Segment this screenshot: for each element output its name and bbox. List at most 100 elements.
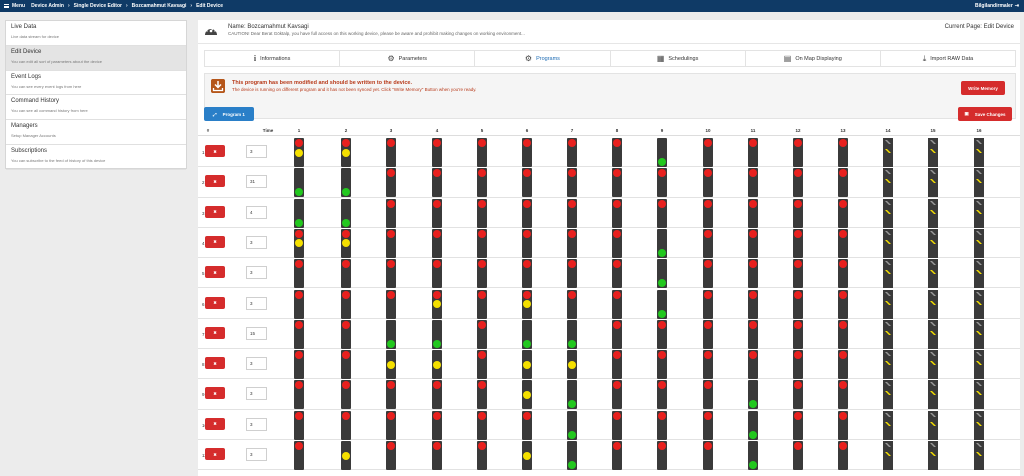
tab-schedulings[interactable]: ▦ Schedulings <box>611 51 746 66</box>
traffic-light-signal[interactable] <box>567 259 577 289</box>
tab-import-raw-data[interactable]: ⤓ Import RAW Data <box>881 51 1015 66</box>
traffic-light-signal[interactable] <box>657 410 667 440</box>
step-time-input[interactable] <box>246 417 267 431</box>
traffic-light-signal[interactable] <box>928 259 938 289</box>
traffic-light-signal[interactable] <box>294 168 304 198</box>
traffic-light-signal[interactable] <box>341 168 351 198</box>
traffic-light-signal[interactable] <box>883 259 893 289</box>
traffic-light-signal[interactable] <box>612 138 622 167</box>
sidebar-item[interactable]: Managers Setup Manager Accounts <box>6 120 186 145</box>
traffic-light-signal[interactable] <box>386 138 396 167</box>
traffic-light-signal[interactable] <box>341 198 351 228</box>
traffic-light-signal[interactable] <box>793 441 803 470</box>
traffic-light-signal[interactable] <box>386 289 396 319</box>
traffic-light-signal[interactable] <box>522 441 532 470</box>
sidebar-item[interactable]: Command History You can see all command h… <box>6 95 186 121</box>
traffic-light-signal[interactable] <box>477 168 487 198</box>
delete-step-button[interactable]: ✖ <box>205 357 225 370</box>
traffic-light-signal[interactable] <box>748 350 758 380</box>
traffic-light-signal[interactable] <box>657 319 667 349</box>
traffic-light-signal[interactable] <box>974 168 984 198</box>
traffic-light-signal[interactable] <box>883 228 893 258</box>
traffic-light-signal[interactable] <box>793 168 803 198</box>
delete-step-button[interactable]: ✖ <box>205 175 225 188</box>
traffic-light-signal[interactable] <box>838 441 848 470</box>
traffic-light-signal[interactable] <box>657 168 667 198</box>
traffic-light-signal[interactable] <box>386 380 396 410</box>
traffic-light-signal[interactable] <box>703 319 713 349</box>
traffic-light-signal[interactable] <box>793 319 803 349</box>
traffic-light-signal[interactable] <box>748 410 758 440</box>
step-time-input[interactable] <box>246 387 267 401</box>
traffic-light-signal[interactable] <box>703 228 713 258</box>
traffic-light-signal[interactable] <box>432 138 442 167</box>
traffic-light-signal[interactable] <box>793 259 803 289</box>
traffic-light-signal[interactable] <box>838 259 848 289</box>
traffic-light-signal[interactable] <box>567 289 577 319</box>
traffic-light-signal[interactable] <box>793 350 803 380</box>
traffic-light-signal[interactable] <box>974 138 984 167</box>
traffic-light-signal[interactable] <box>928 138 938 167</box>
traffic-light-signal[interactable] <box>341 380 351 410</box>
traffic-light-signal[interactable] <box>703 259 713 289</box>
traffic-light-signal[interactable] <box>928 228 938 258</box>
traffic-light-signal[interactable] <box>883 441 893 470</box>
traffic-light-signal[interactable] <box>477 259 487 289</box>
traffic-light-signal[interactable] <box>748 319 758 349</box>
traffic-light-signal[interactable] <box>567 380 577 410</box>
traffic-light-signal[interactable] <box>928 198 938 228</box>
step-time-input[interactable] <box>246 296 267 310</box>
traffic-light-signal[interactable] <box>928 168 938 198</box>
delete-step-button[interactable]: ✖ <box>205 145 225 157</box>
delete-step-button[interactable]: ✖ <box>205 266 225 279</box>
traffic-light-signal[interactable] <box>477 198 487 228</box>
sidebar-item[interactable]: Subscriptions You can subscribe to the fe… <box>6 145 186 170</box>
traffic-light-signal[interactable] <box>838 410 848 440</box>
sidebar-item[interactable]: Live Data Live data stream for device <box>6 21 186 46</box>
traffic-light-signal[interactable] <box>294 228 304 258</box>
traffic-light-signal[interactable] <box>974 228 984 258</box>
step-time-input[interactable] <box>246 205 267 219</box>
traffic-light-signal[interactable] <box>567 410 577 440</box>
traffic-light-signal[interactable] <box>522 198 532 228</box>
traffic-light-signal[interactable] <box>974 350 984 380</box>
traffic-light-signal[interactable] <box>386 228 396 258</box>
traffic-light-signal[interactable] <box>703 410 713 440</box>
traffic-light-signal[interactable] <box>928 289 938 319</box>
traffic-light-signal[interactable] <box>657 259 667 289</box>
traffic-light-signal[interactable] <box>612 380 622 410</box>
traffic-light-signal[interactable] <box>612 168 622 198</box>
traffic-light-signal[interactable] <box>432 228 442 258</box>
traffic-light-signal[interactable] <box>657 380 667 410</box>
traffic-light-signal[interactable] <box>657 289 667 319</box>
traffic-light-signal[interactable] <box>612 259 622 289</box>
traffic-light-signal[interactable] <box>928 350 938 380</box>
traffic-light-signal[interactable] <box>386 350 396 380</box>
traffic-light-signal[interactable] <box>522 289 532 319</box>
delete-step-button[interactable]: ✖ <box>205 387 225 400</box>
traffic-light-signal[interactable] <box>703 380 713 410</box>
traffic-light-signal[interactable] <box>567 168 577 198</box>
traffic-light-signal[interactable] <box>657 198 667 228</box>
save-changes-button[interactable]: ▣ Save Changes <box>958 107 1012 121</box>
traffic-light-signal[interactable] <box>567 319 577 349</box>
step-time-input[interactable] <box>246 145 267 158</box>
traffic-light-signal[interactable] <box>386 410 396 440</box>
traffic-light-signal[interactable] <box>657 228 667 258</box>
traffic-light-signal[interactable] <box>432 289 442 319</box>
traffic-light-signal[interactable] <box>294 138 304 167</box>
tab-programs[interactable]: ⚙ Programs <box>475 51 611 66</box>
traffic-light-signal[interactable] <box>974 289 984 319</box>
traffic-light-signal[interactable] <box>294 441 304 470</box>
traffic-light-signal[interactable] <box>612 228 622 258</box>
traffic-light-signal[interactable] <box>567 138 577 167</box>
write-memory-button[interactable]: Write Memory <box>961 81 1005 95</box>
traffic-light-signal[interactable] <box>341 228 351 258</box>
traffic-light-signal[interactable] <box>703 441 713 470</box>
traffic-light-signal[interactable] <box>612 198 622 228</box>
breadcrumb-item[interactable]: Bozcamahmut Kavsagi <box>132 3 187 9</box>
delete-step-button[interactable]: ✖ <box>205 326 225 339</box>
traffic-light-signal[interactable] <box>748 289 758 319</box>
traffic-light-signal[interactable] <box>793 380 803 410</box>
step-time-input[interactable] <box>246 175 267 189</box>
